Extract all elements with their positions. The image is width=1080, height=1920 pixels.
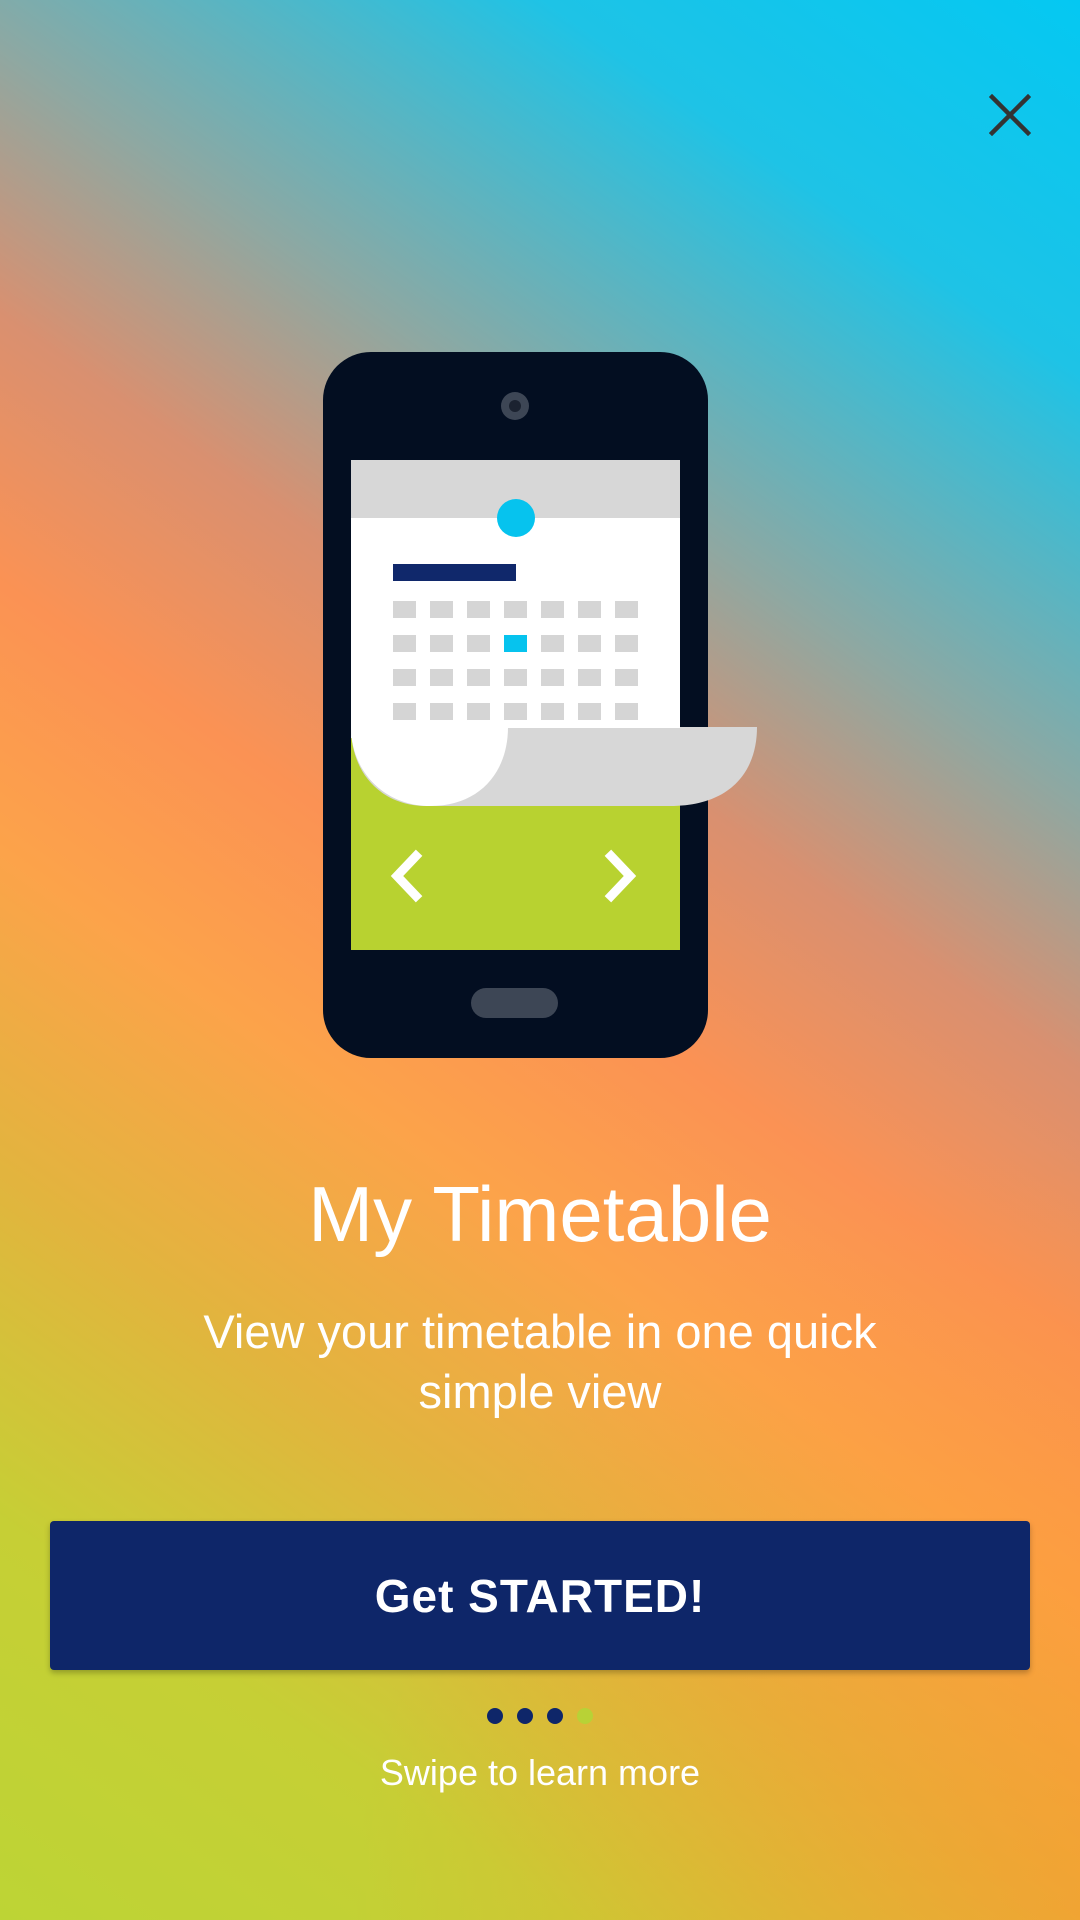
onboarding-screen: My Timetable View your timetable in one … [0, 0, 1080, 1920]
calendar-month-bar [393, 564, 516, 581]
get-started-button[interactable]: Get STARTED! [50, 1521, 1030, 1670]
page-dot[interactable] [547, 1708, 563, 1724]
phone-home-button [471, 988, 558, 1018]
page-dot-active[interactable] [577, 1708, 593, 1724]
swipe-hint: Swipe to learn more [379, 1752, 701, 1793]
page-dot[interactable] [487, 1708, 503, 1724]
page-dot[interactable] [517, 1708, 533, 1724]
onboarding-description: View your timetable in one quick simple … [203, 1305, 877, 1418]
close-icon [989, 94, 1031, 136]
calendar-ring [497, 499, 535, 537]
calendar-selected-day [504, 635, 527, 652]
onboarding-title: My Timetable [308, 1170, 772, 1258]
phone-calendar-illustration [323, 352, 757, 1058]
page-indicator [0, 1708, 1080, 1724]
close-button[interactable] [975, 80, 1045, 150]
